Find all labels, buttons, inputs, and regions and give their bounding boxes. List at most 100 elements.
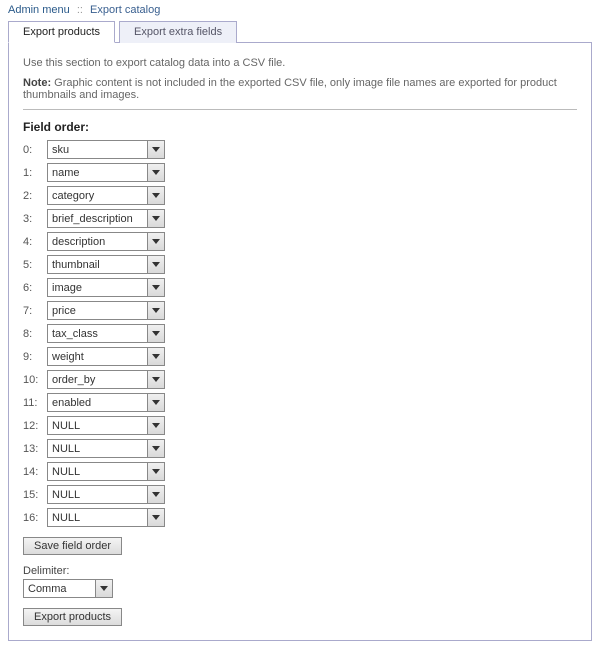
chevron-down-icon	[147, 417, 164, 434]
field-row: 8:tax_class	[23, 324, 577, 343]
field-row: 1:name	[23, 163, 577, 182]
chevron-down-icon	[147, 394, 164, 411]
breadcrumb-home-link[interactable]: Admin menu	[8, 4, 70, 16]
chevron-down-icon	[147, 463, 164, 480]
divider	[23, 109, 577, 110]
field-select-value: enabled	[48, 397, 147, 409]
field-select[interactable]: brief_description	[47, 209, 165, 228]
field-row: 4:description	[23, 232, 577, 251]
field-select-value: image	[48, 282, 147, 294]
field-select[interactable]: order_by	[47, 370, 165, 389]
note-bold: Note:	[23, 77, 51, 89]
field-select[interactable]: name	[47, 163, 165, 182]
field-index-label: 1:	[23, 167, 47, 179]
field-index-label: 16:	[23, 512, 47, 524]
breadcrumb-separator: ::	[77, 4, 83, 16]
note-body: Graphic content is not included in the e…	[23, 77, 557, 101]
field-index-label: 10:	[23, 374, 47, 386]
chevron-down-icon	[147, 302, 164, 319]
field-index-label: 5:	[23, 259, 47, 271]
breadcrumb-current: Export catalog	[90, 4, 160, 16]
field-select-value: description	[48, 236, 147, 248]
tab-export-extra-fields[interactable]: Export extra fields	[119, 21, 237, 43]
field-order-title: Field order:	[23, 120, 577, 134]
field-select[interactable]: enabled	[47, 393, 165, 412]
field-select-value: NULL	[48, 466, 147, 478]
field-select[interactable]: price	[47, 301, 165, 320]
field-select[interactable]: NULL	[47, 508, 165, 527]
chevron-down-icon	[147, 256, 164, 273]
export-products-button[interactable]: Export products	[23, 608, 122, 626]
field-select-value: thumbnail	[48, 259, 147, 271]
field-index-label: 14:	[23, 466, 47, 478]
chevron-down-icon	[147, 371, 164, 388]
intro-text: Use this section to export catalog data …	[23, 57, 577, 69]
field-select-value: tax_class	[48, 328, 147, 340]
field-index-label: 15:	[23, 489, 47, 501]
field-select-value: weight	[48, 351, 147, 363]
field-row: 2:category	[23, 186, 577, 205]
field-select-value: NULL	[48, 489, 147, 501]
field-select[interactable]: NULL	[47, 485, 165, 504]
field-select[interactable]: NULL	[47, 439, 165, 458]
breadcrumb: Admin menu :: Export catalog	[0, 0, 600, 20]
note-text: Note: Graphic content is not included in…	[23, 77, 577, 101]
field-row: 10:order_by	[23, 370, 577, 389]
save-field-order-button[interactable]: Save field order	[23, 537, 122, 555]
delimiter-label: Delimiter:	[23, 565, 577, 577]
field-index-label: 11:	[23, 397, 47, 409]
field-row: 13:NULL	[23, 439, 577, 458]
field-index-label: 13:	[23, 443, 47, 455]
delimiter-select-value: Comma	[24, 583, 95, 595]
field-index-label: 4:	[23, 236, 47, 248]
chevron-down-icon	[147, 164, 164, 181]
field-select[interactable]: category	[47, 186, 165, 205]
field-row: 0:sku	[23, 140, 577, 159]
tab-bar: Export products Export extra fields	[8, 21, 592, 43]
field-index-label: 6:	[23, 282, 47, 294]
field-select-value: category	[48, 190, 147, 202]
content-box: Use this section to export catalog data …	[8, 42, 592, 641]
field-select-value: price	[48, 305, 147, 317]
field-select[interactable]: sku	[47, 140, 165, 159]
field-select-value: NULL	[48, 512, 147, 524]
field-select-value: NULL	[48, 420, 147, 432]
field-select-value: sku	[48, 144, 147, 156]
field-index-label: 8:	[23, 328, 47, 340]
field-index-label: 2:	[23, 190, 47, 202]
chevron-down-icon	[147, 509, 164, 526]
field-select-value: brief_description	[48, 213, 147, 225]
field-select[interactable]: image	[47, 278, 165, 297]
chevron-down-icon	[147, 440, 164, 457]
field-row: 16:NULL	[23, 508, 577, 527]
field-index-label: 12:	[23, 420, 47, 432]
field-row: 7:price	[23, 301, 577, 320]
chevron-down-icon	[147, 325, 164, 342]
field-row: 9:weight	[23, 347, 577, 366]
field-index-label: 7:	[23, 305, 47, 317]
chevron-down-icon	[147, 348, 164, 365]
chevron-down-icon	[147, 279, 164, 296]
tab-export-products[interactable]: Export products	[8, 21, 115, 43]
field-index-label: 3:	[23, 213, 47, 225]
field-select-value: NULL	[48, 443, 147, 455]
delimiter-select[interactable]: Comma	[23, 579, 113, 598]
field-index-label: 9:	[23, 351, 47, 363]
field-select[interactable]: NULL	[47, 462, 165, 481]
field-row: 3:brief_description	[23, 209, 577, 228]
field-select[interactable]: description	[47, 232, 165, 251]
chevron-down-icon	[147, 141, 164, 158]
field-select[interactable]: NULL	[47, 416, 165, 435]
field-select[interactable]: tax_class	[47, 324, 165, 343]
field-row: 11:enabled	[23, 393, 577, 412]
field-row: 12:NULL	[23, 416, 577, 435]
field-row: 15:NULL	[23, 485, 577, 504]
chevron-down-icon	[95, 580, 112, 597]
field-row: 6:image	[23, 278, 577, 297]
chevron-down-icon	[147, 233, 164, 250]
chevron-down-icon	[147, 486, 164, 503]
field-select[interactable]: thumbnail	[47, 255, 165, 274]
field-order-list: 0:sku1:name2:category3:brief_description…	[23, 140, 577, 527]
chevron-down-icon	[147, 187, 164, 204]
field-select[interactable]: weight	[47, 347, 165, 366]
